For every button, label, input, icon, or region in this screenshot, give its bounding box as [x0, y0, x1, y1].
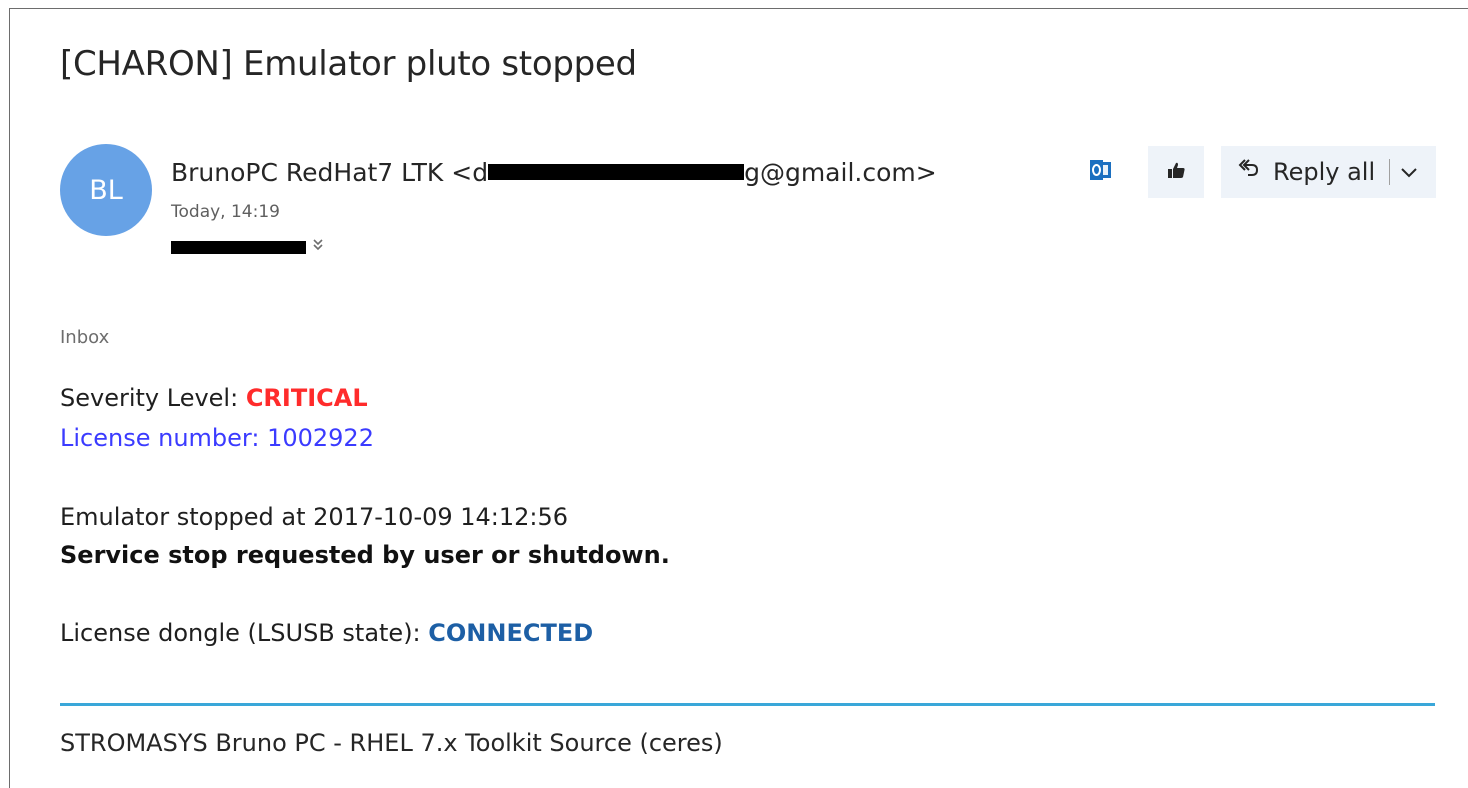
- stopped-at-text: Emulator stopped at 2017-10-09 14:12:56: [60, 503, 569, 531]
- chevron-down-icon[interactable]: [1400, 166, 1418, 178]
- sender-avatar[interactable]: BL: [60, 144, 152, 236]
- sender-line[interactable]: BrunoPC RedHat7 LTK <d g@gmail.com>: [171, 158, 937, 187]
- outlook-icon-button[interactable]: [1080, 146, 1122, 198]
- severity-line: Severity Level: CRITICAL: [60, 384, 368, 412]
- recipient-line[interactable]: [171, 238, 324, 256]
- email-subject: [CHARON] Emulator pluto stopped: [60, 44, 637, 84]
- severity-value: CRITICAL: [245, 384, 368, 412]
- double-chevron-down-icon[interactable]: [312, 238, 324, 256]
- redacted-email: [488, 164, 745, 180]
- dongle-label: License dongle (LSUSB state):: [60, 619, 429, 647]
- folder-label[interactable]: Inbox: [60, 327, 109, 348]
- like-button[interactable]: [1148, 146, 1204, 198]
- footer-text: STROMASYS Bruno PC - RHEL 7.x Toolkit So…: [60, 729, 723, 757]
- sender-name: BrunoPC RedHat7 LTK <: [171, 158, 473, 187]
- sender-email-start: d: [472, 158, 489, 187]
- like-icon: [1166, 160, 1186, 184]
- reply-divider: [1389, 159, 1391, 185]
- reply-all-button[interactable]: Reply all: [1221, 146, 1436, 198]
- reply-all-icon: [1237, 157, 1261, 187]
- severity-label: Severity Level:: [60, 384, 246, 412]
- received-date: Today, 14:19: [171, 202, 280, 222]
- outlook-icon: [1089, 159, 1113, 185]
- stop-reason: Service stop requested by user or shutdo…: [60, 541, 670, 569]
- sender-email-end: g@gmail.com>: [744, 158, 937, 187]
- reply-all-label: Reply all: [1273, 158, 1376, 186]
- redacted-recipient: [171, 240, 306, 254]
- license-number: License number: 1002922: [60, 424, 374, 452]
- footer-divider: [60, 703, 1435, 706]
- dongle-line: License dongle (LSUSB state): CONNECTED: [60, 619, 593, 647]
- dongle-value: CONNECTED: [428, 619, 594, 647]
- avatar-initials: BL: [89, 174, 123, 206]
